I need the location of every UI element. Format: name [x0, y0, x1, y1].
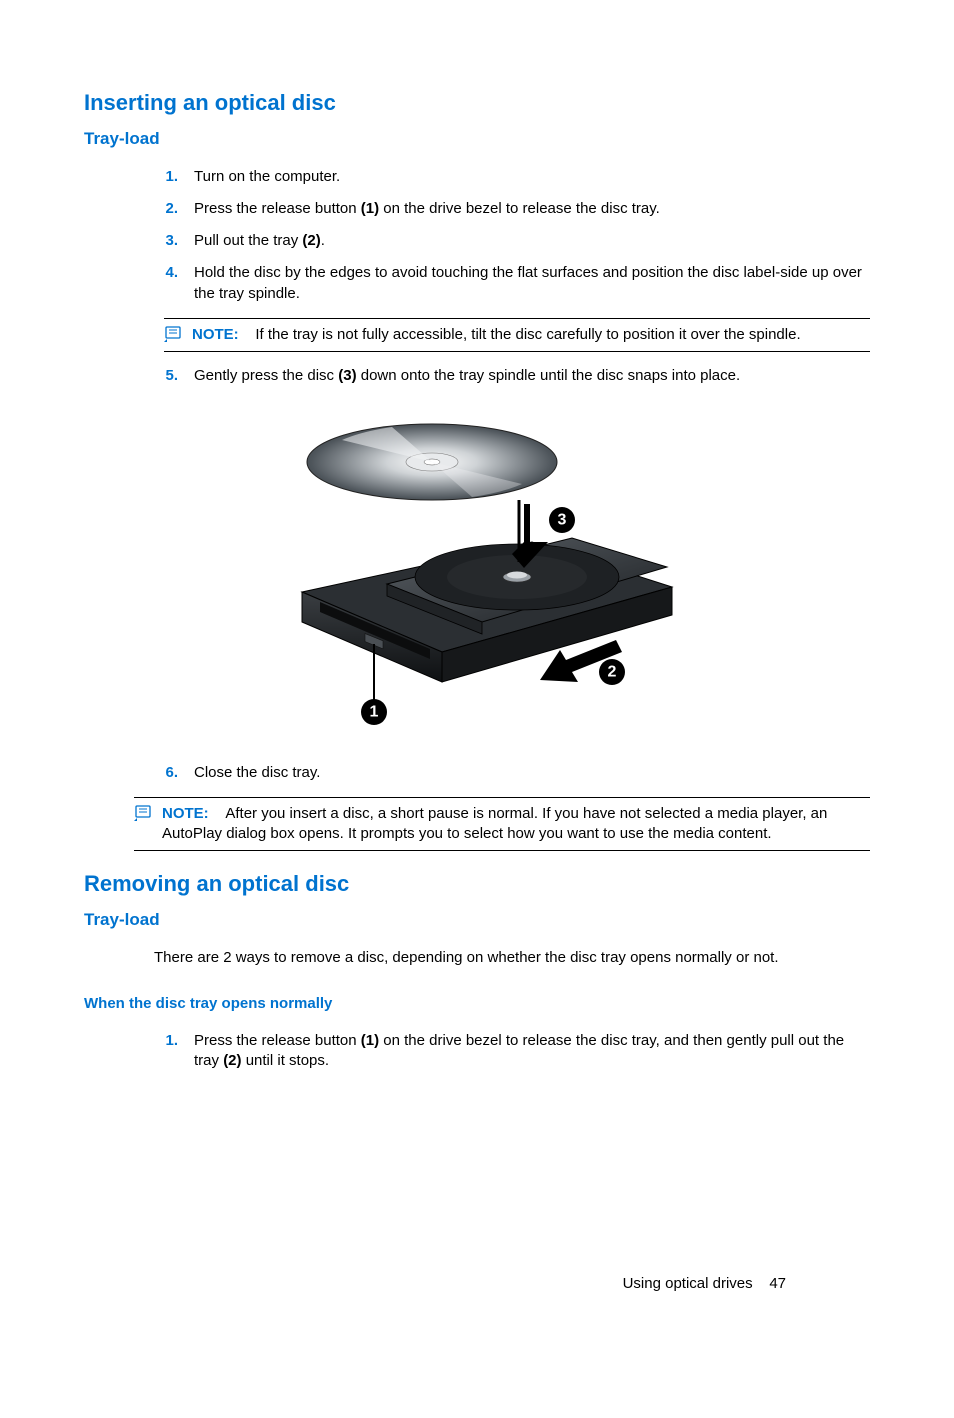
note-icon: [134, 804, 154, 822]
note-label: NOTE:: [162, 805, 209, 822]
step-bold: (3): [338, 367, 356, 384]
note-label: NOTE:: [192, 326, 239, 343]
step-text: Turn on the computer.: [194, 168, 340, 185]
step-item: 1. Press the release button (1) on the d…: [154, 1025, 870, 1078]
note-text: [243, 326, 256, 343]
step-item: 2. Press the release button (1) on the d…: [154, 193, 870, 225]
steps-list-insert-cont: 5. Gently press the disc (3) down onto t…: [154, 360, 870, 392]
note-icon: [164, 325, 184, 343]
step-bold: (2): [302, 232, 320, 249]
step-text: Hold the disc by the edges to avoid touc…: [194, 264, 862, 301]
intro-paragraph: There are 2 ways to remove a disc, depen…: [154, 942, 870, 974]
heading-removing-disc: Removing an optical disc: [84, 869, 870, 899]
footer-section-name: Using optical drives: [623, 1275, 753, 1292]
step-text: Close the disc tray.: [194, 764, 320, 781]
subsubheading-normal-open: When the disc tray opens normally: [84, 994, 870, 1014]
steps-list-insert: 1. Turn on the computer. 2. Press the re…: [154, 161, 870, 310]
step-number: 6.: [154, 763, 178, 783]
callout-1: 1: [370, 704, 379, 721]
step-text: Press the release button: [194, 200, 361, 217]
step-text: Pull out the tray: [194, 232, 302, 249]
step-number: 3.: [154, 231, 178, 251]
step-text: .: [321, 232, 325, 249]
step-number: 4.: [154, 263, 178, 283]
step-bold: (1): [361, 1032, 379, 1049]
step-number: 1.: [154, 167, 178, 187]
note-text: If the tray is not fully accessible, til…: [255, 326, 800, 343]
steps-list-insert-end: 6. Close the disc tray.: [154, 757, 870, 789]
heading-inserting-disc: Inserting an optical disc: [84, 88, 870, 118]
step-text: on the drive bezel to release the disc t…: [379, 200, 660, 217]
step-number: 2.: [154, 199, 178, 219]
step-text: Gently press the disc: [194, 367, 338, 384]
step-item: 3. Pull out the tray (2).: [154, 225, 870, 257]
note-box: NOTE: After you insert a disc, a short p…: [134, 797, 870, 852]
step-text: until it stops.: [242, 1052, 330, 1069]
note-text: [213, 805, 226, 822]
step-item: 6. Close the disc tray.: [154, 757, 870, 789]
subheading-tray-load-2: Tray-load: [84, 909, 870, 932]
subheading-tray-load-1: Tray-load: [84, 128, 870, 151]
note-box: NOTE: If the tray is not fully accessibl…: [164, 318, 870, 352]
steps-list-remove: 1. Press the release button (1) on the d…: [154, 1025, 870, 1078]
footer-page-number: 47: [769, 1275, 786, 1292]
step-bold: (1): [361, 200, 379, 217]
note-text: After you insert a disc, a short pause i…: [162, 805, 827, 842]
step-item: 4. Hold the disc by the edges to avoid t…: [154, 257, 870, 310]
step-item: 1. Turn on the computer.: [154, 161, 870, 193]
step-item: 5. Gently press the disc (3) down onto t…: [154, 360, 870, 392]
step-text: down onto the tray spindle until the dis…: [357, 367, 741, 384]
callout-2: 2: [608, 664, 617, 681]
page-footer: Using optical drives 47: [623, 1274, 786, 1294]
callout-3: 3: [558, 512, 567, 529]
step-text: Press the release button: [194, 1032, 361, 1049]
step-number: 5.: [154, 366, 178, 386]
step-number: 1.: [154, 1031, 178, 1051]
illustration-disc-tray: 3 2 1: [84, 412, 870, 738]
step-bold: (2): [223, 1052, 241, 1069]
